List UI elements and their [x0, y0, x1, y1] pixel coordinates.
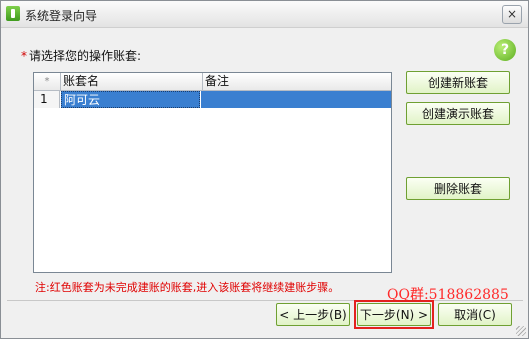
footer-divider — [7, 300, 523, 301]
column-header-remark[interactable]: 备注 — [203, 73, 391, 90]
app-logo-icon — [6, 6, 20, 21]
table-header: * 账套名 备注 — [34, 73, 391, 91]
next-step-highlight-box — [354, 300, 434, 329]
cancel-button[interactable]: 取消(C) — [438, 303, 512, 326]
window-title: 系统登录向导 — [25, 9, 98, 23]
login-wizard-window: 系统登录向导 × * 请选择您的操作账套: ? * 账套名 备注 1 阿可云 创建… — [0, 0, 529, 339]
table-row[interactable]: 1 阿可云 — [34, 91, 391, 108]
column-header-name[interactable]: 账套名 — [61, 73, 203, 90]
prompt-label: 请选择您的操作账套: — [29, 49, 142, 63]
account-remark-cell[interactable] — [201, 91, 391, 108]
required-mark: * — [21, 49, 27, 63]
select-account-prompt: * 请选择您的操作账套: — [21, 47, 141, 64]
help-icon[interactable]: ? — [494, 39, 516, 61]
incomplete-account-note: 注:红色账套为未完成建账的账套,进入该账套将继续建账步骤。 — [35, 281, 340, 294]
row-index-header: * — [34, 73, 61, 90]
row-index-cell: 1 — [34, 91, 60, 108]
account-set-table: * 账套名 备注 1 阿可云 — [33, 72, 392, 273]
close-button[interactable]: × — [502, 5, 522, 24]
create-account-button[interactable]: 创建新账套 — [406, 71, 510, 94]
account-name-cell[interactable]: 阿可云 — [61, 91, 200, 108]
previous-step-button[interactable]: < 上一步(B) — [276, 303, 350, 326]
resize-grip-icon[interactable] — [516, 326, 526, 336]
create-demo-account-button[interactable]: 创建演示账套 — [406, 102, 510, 125]
title-bar[interactable]: 系统登录向导 × — [1, 1, 528, 28]
delete-account-button[interactable]: 删除账套 — [406, 177, 510, 200]
